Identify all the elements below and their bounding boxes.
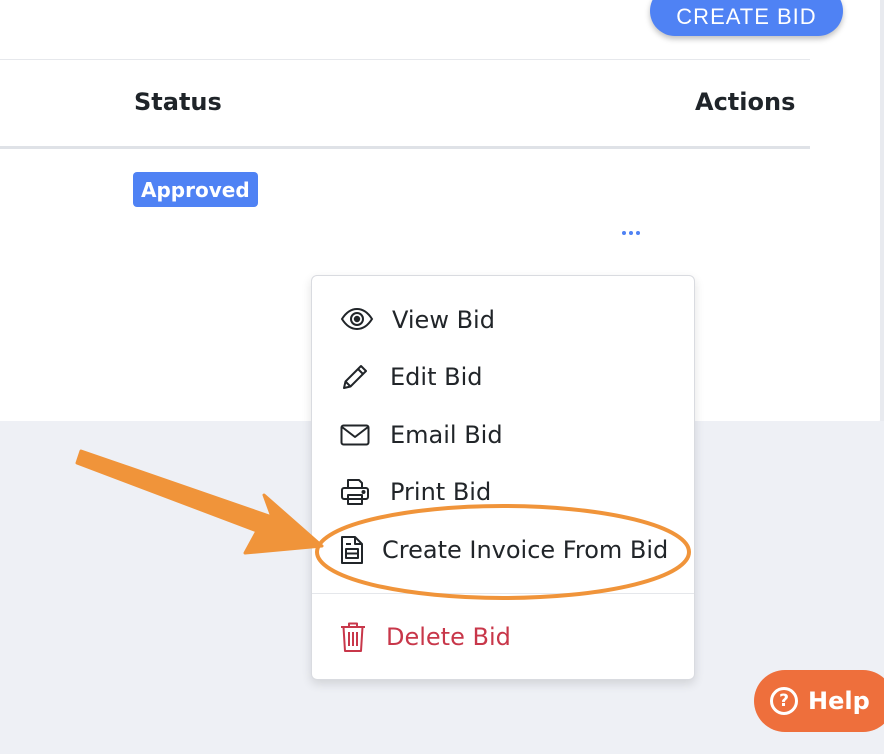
menu-item-edit-bid[interactable]: Edit Bid [312,352,694,402]
status-badge: Approved [133,172,258,207]
card-edge [880,0,884,421]
actions-dropdown-menu: View Bid Edit Bid Email Bid Print Bid Cr… [311,275,695,680]
printer-icon [340,477,370,507]
status-column-header: Status [134,88,222,116]
dot-icon [636,231,640,235]
envelope-icon [340,424,370,446]
menu-item-label: Delete Bid [386,623,511,651]
table-header-rule [0,146,810,149]
menu-item-label: Print Bid [390,478,492,506]
menu-item-label: View Bid [392,306,495,334]
invoice-document-icon [340,535,364,565]
actions-column-header: Actions [695,88,796,116]
help-button[interactable]: ? Help [754,670,884,732]
menu-item-view-bid[interactable]: View Bid [312,295,694,345]
menu-item-label: Create Invoice From Bid [382,536,669,564]
eye-icon [340,307,374,331]
menu-item-email-bid[interactable]: Email Bid [312,410,694,460]
question-circle-icon: ? [770,687,798,715]
help-label: Help [808,687,870,715]
menu-item-delete-bid[interactable]: Delete Bid [312,612,694,662]
create-bid-button[interactable]: CREATE BID [650,0,843,36]
annotation-arrow [75,449,324,555]
menu-divider [312,593,694,594]
menu-item-create-invoice-from-bid[interactable]: Create Invoice From Bid [312,525,694,575]
pencil-icon [340,362,370,392]
trash-icon [340,621,366,653]
menu-item-label: Edit Bid [390,363,483,391]
menu-item-print-bid[interactable]: Print Bid [312,467,694,517]
menu-item-label: Email Bid [390,421,503,449]
row-actions-menu-button[interactable] [618,224,644,242]
table-top-rule [0,59,810,60]
dot-icon [629,231,633,235]
dot-icon [622,231,626,235]
